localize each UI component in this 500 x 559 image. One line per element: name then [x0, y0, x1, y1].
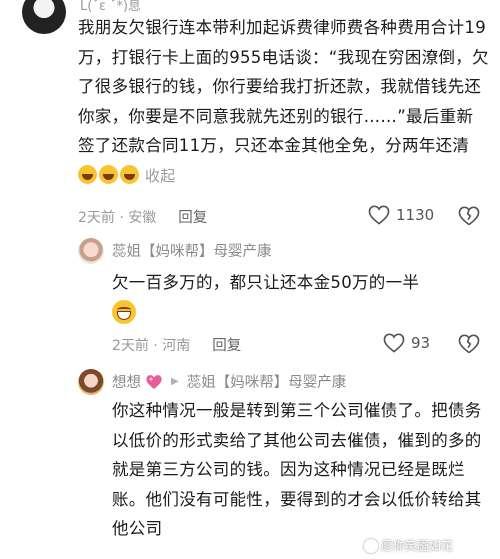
like-count: 93 — [411, 334, 431, 352]
reply-button[interactable]: 回复 — [212, 334, 241, 355]
heart-outline-icon — [383, 333, 405, 353]
laugh-cry-emoji-icon — [120, 164, 139, 184]
time-location: 2天前 · 安徽 — [78, 209, 157, 226]
broken-heart-icon — [458, 206, 480, 226]
like-count: 1130 — [396, 206, 435, 224]
avatar[interactable] — [78, 369, 104, 395]
laugh-cry-emoji-icon — [99, 164, 118, 184]
heart-outline-icon — [368, 205, 390, 225]
reply-target-username[interactable]: 蕊姐【妈咪帮】母婴产康 — [187, 371, 347, 392]
collapse-link[interactable]: 收起 — [145, 167, 176, 185]
reply-meta: 2天前 · 河南 回复 — [112, 334, 241, 355]
reply-username[interactable]: 想想 — [112, 371, 141, 392]
time-location: 2天前 · 河南 — [112, 337, 191, 354]
watermark-text: 愿你笑靥如花 — [381, 539, 454, 553]
comment-meta: 2天前 · 安徽 回复 — [78, 206, 207, 227]
reply-header: 想想 ▶ 蕊姐【妈咪帮】母婴产康 — [112, 371, 346, 392]
reply-to-arrow-icon: ▶ — [171, 376, 179, 387]
dislike-button[interactable] — [458, 206, 480, 230]
comment-body: 我朋友欠银行连本带利加起诉费律师费各种费用合计19万，打银行卡上面的955电话谈… — [78, 18, 489, 155]
reply-text: 欠一百多万的，都只让还本金50万的一半 — [112, 273, 420, 292]
reply-text: 你这种情况一般是转到第三个公司催债了。把债务以低价的形式卖给了其他公司去催债，催… — [112, 401, 482, 538]
laugh-cry-emoji-icon — [78, 164, 97, 184]
reply-username[interactable]: 蕊姐【妈咪帮】母婴产康 — [112, 240, 272, 261]
avatar[interactable] — [78, 238, 104, 264]
avatar[interactable] — [22, 0, 66, 34]
weibo-logo-icon — [364, 538, 378, 553]
grin-emoji-icon — [112, 300, 136, 324]
reply-button[interactable]: 回复 — [178, 206, 207, 227]
sparkling-heart-icon — [146, 374, 162, 389]
like-button[interactable]: 93 — [383, 333, 430, 353]
watermark: 愿你笑靥如花 — [364, 537, 453, 554]
reply-header: 蕊姐【妈咪帮】母婴产康 — [112, 240, 272, 261]
comment-text: 我朋友欠银行连本带利加起诉费律师费各种费用合计19万，打银行卡上面的955电话谈… — [78, 13, 490, 191]
broken-heart-icon — [458, 334, 480, 354]
like-button[interactable]: 1130 — [368, 205, 434, 225]
comment-username[interactable]: L(ˇε ˇ*)息 — [80, 0, 141, 14]
dislike-button[interactable] — [458, 334, 480, 358]
